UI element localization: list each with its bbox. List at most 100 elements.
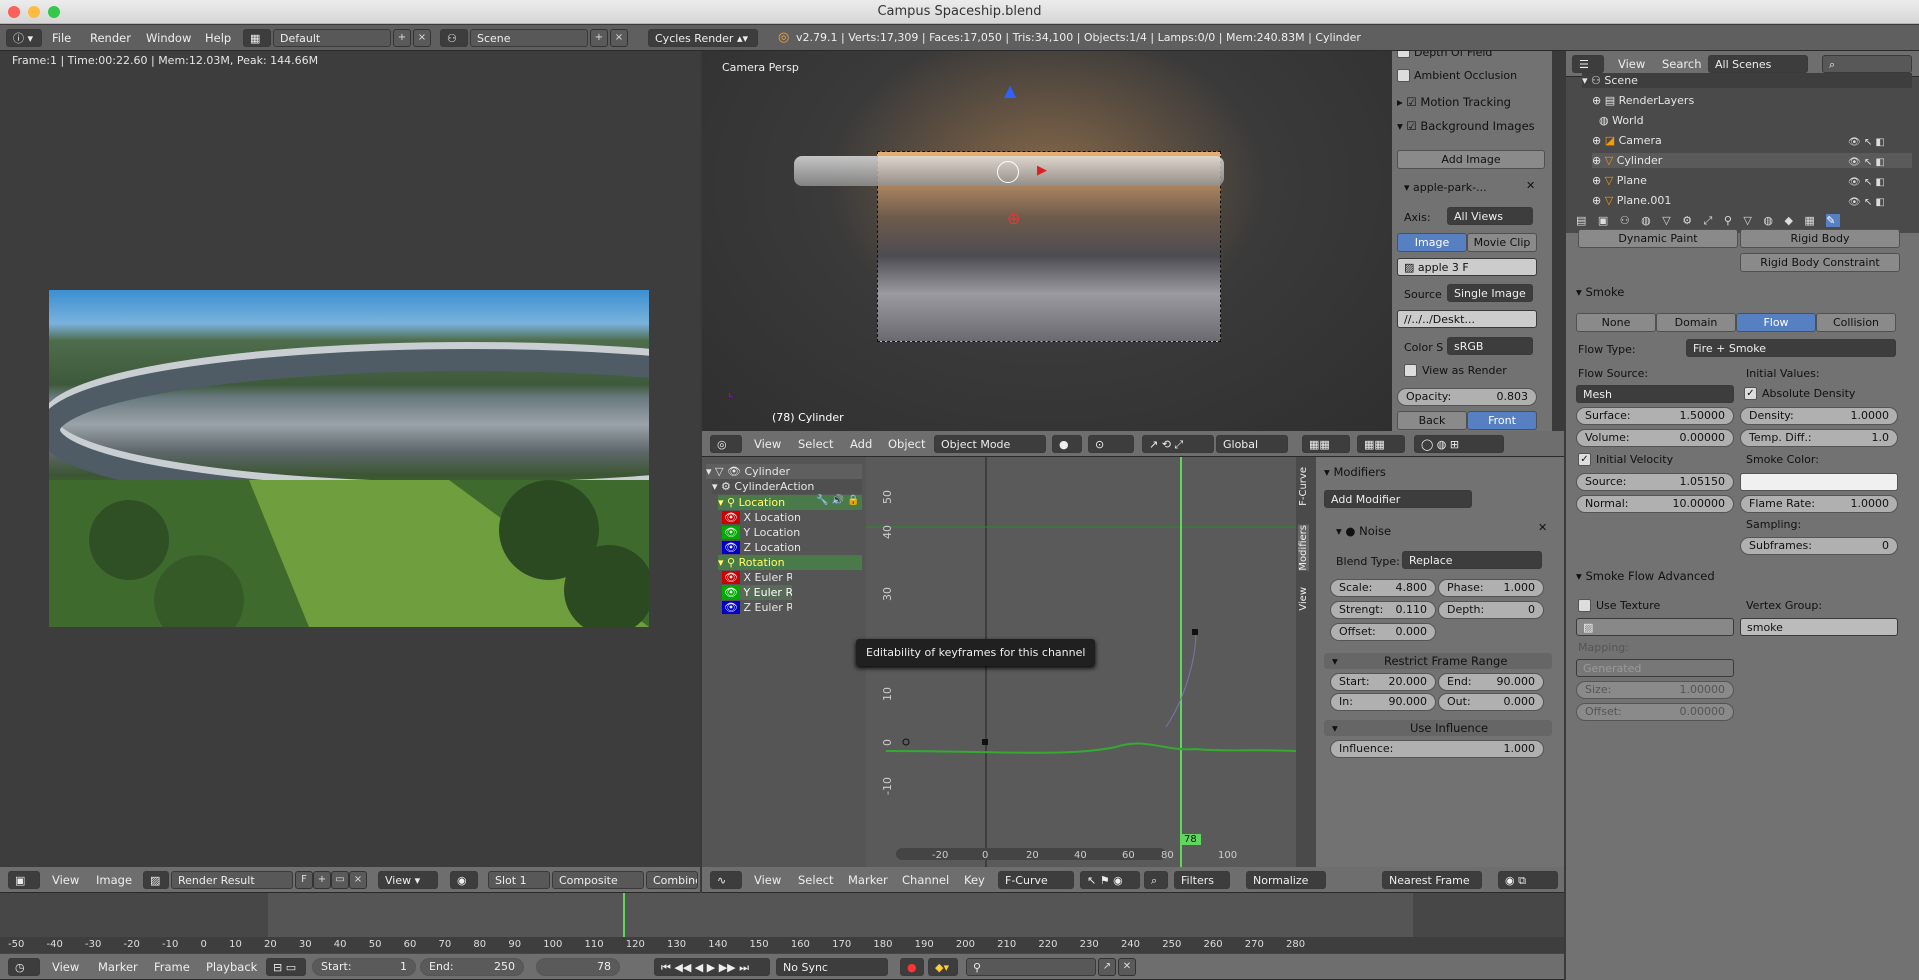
- add-modifier-select[interactable]: Add Modifier: [1324, 490, 1472, 508]
- manipulator-icon[interactable]: ↗ ⟲ ⤢: [1142, 435, 1214, 453]
- menu-marker[interactable]: Marker: [98, 954, 138, 980]
- record-icon[interactable]: ●: [900, 958, 924, 976]
- smoke-color-swatch[interactable]: [1740, 473, 1898, 491]
- menu-key[interactable]: Key: [964, 867, 985, 893]
- image-browse-icon[interactable]: ▨: [143, 871, 169, 889]
- flame-rate-field[interactable]: Flame Rate: 1.0000: [1740, 495, 1898, 513]
- source-select[interactable]: Single Image: [1447, 284, 1533, 302]
- layout-field[interactable]: Default: [273, 29, 391, 47]
- close-window-button[interactable]: [8, 6, 20, 18]
- current-frame-field[interactable]: 78: [536, 958, 620, 976]
- keying-remove-icon[interactable]: ✕: [1118, 958, 1136, 976]
- 3d-cursor-icon[interactable]: ⊕: [1007, 209, 1020, 228]
- playback-controls[interactable]: ⏮ ◀◀ ◀ ▶ ▶▶ ⏭: [654, 958, 770, 976]
- tab-image[interactable]: Image: [1397, 233, 1467, 252]
- open-image-icon[interactable]: ▭: [331, 871, 349, 889]
- strength-field[interactable]: Strengt: 0.110: [1330, 601, 1436, 619]
- tex-offset-field[interactable]: Offset: 0.00000: [1576, 703, 1734, 721]
- flow-type-select[interactable]: Fire + Smoke: [1686, 339, 1896, 357]
- temp-diff-field[interactable]: Temp. Diff.: 1.0: [1740, 429, 1898, 447]
- image-path-field[interactable]: //../../Deskt...: [1397, 310, 1537, 328]
- smoke-type-domain[interactable]: Domain: [1656, 313, 1736, 332]
- minimize-window-button[interactable]: [28, 6, 40, 18]
- influence-field[interactable]: Influence: 1.000: [1330, 740, 1544, 758]
- smoke-flow-advanced-header[interactable]: ▾ Smoke Flow Advanced: [1576, 569, 1715, 583]
- remove-layout-icon[interactable]: ×: [413, 29, 431, 47]
- dynamic-paint-button[interactable]: Dynamic Paint: [1578, 229, 1738, 248]
- render-engine-select[interactable]: Cycles Render ▴▾: [648, 29, 758, 47]
- sync-select[interactable]: No Sync: [776, 958, 888, 976]
- x-axis-arrow-icon[interactable]: ▶: [1037, 163, 1047, 178]
- orientation-select[interactable]: Global: [1216, 435, 1288, 453]
- menu-frame[interactable]: Frame: [154, 954, 190, 980]
- axis-select[interactable]: All Views: [1447, 207, 1533, 225]
- channel-cylinder[interactable]: ▾ ▽ 👁 Cylinder: [706, 464, 862, 479]
- menu-select[interactable]: Select: [798, 867, 833, 893]
- channel-z-rotation[interactable]: 👁 Z Euler Rotation: [722, 600, 792, 615]
- vertex-group-field[interactable]: smoke: [1740, 618, 1898, 636]
- keying-set-field[interactable]: ⚲: [966, 958, 1096, 976]
- subframes-field[interactable]: Subframes: 0: [1740, 537, 1898, 555]
- dof-checkbox[interactable]: [1397, 51, 1410, 58]
- start-field[interactable]: Start: 20.000: [1330, 673, 1436, 691]
- search-input[interactable]: ⌕: [1822, 55, 1912, 73]
- modifiers-title[interactable]: ▾ Modifiers: [1324, 465, 1386, 479]
- ao-checkbox[interactable]: [1397, 69, 1410, 82]
- remove-bg-image-icon[interactable]: ✕: [1526, 179, 1535, 192]
- tab-movie-clip[interactable]: Movie Clip: [1467, 233, 1537, 252]
- view-mode-select[interactable]: View ▾: [378, 871, 438, 889]
- background-images-row[interactable]: ▾ ☑ Background Images: [1397, 119, 1535, 133]
- add-scene-icon[interactable]: +: [590, 29, 608, 47]
- source-field[interactable]: Source: 1.05150: [1576, 473, 1734, 491]
- remove-modifier-icon[interactable]: ✕: [1538, 521, 1547, 534]
- opacity-field[interactable]: Opacity: 0.803: [1397, 388, 1537, 406]
- tab-view[interactable]: View: [1298, 587, 1309, 611]
- keying-icon[interactable]: ◆▾: [928, 958, 958, 976]
- out-field[interactable]: Out: 0.000: [1438, 693, 1544, 711]
- channel-lock-icons[interactable]: 🔧 🔊 🔒: [816, 495, 860, 506]
- front-button[interactable]: Front: [1467, 411, 1537, 430]
- slot-select[interactable]: Slot 1: [488, 871, 550, 889]
- size-field[interactable]: Size: 1.00000: [1576, 681, 1734, 699]
- flow-source-select[interactable]: Mesh: [1576, 385, 1734, 403]
- use-influence-header[interactable]: ▾ Use Influence: [1324, 720, 1552, 736]
- channel-y-location[interactable]: 👁 Y Location: [722, 525, 800, 540]
- color-space-select[interactable]: sRGB: [1447, 337, 1533, 355]
- menu-file[interactable]: File: [52, 25, 71, 51]
- menu-select[interactable]: Select: [798, 431, 833, 457]
- add-layout-icon[interactable]: +: [393, 29, 411, 47]
- fake-user-button[interactable]: F: [295, 871, 313, 889]
- tab-modifiers[interactable]: Modifiers: [1298, 525, 1309, 571]
- keying-add-icon[interactable]: ↗: [1098, 958, 1116, 976]
- add-image-button[interactable]: Add Image: [1397, 150, 1545, 169]
- channel-x-location[interactable]: 👁 X Location: [722, 510, 801, 525]
- current-frame-badge[interactable]: 78: [1180, 834, 1201, 845]
- snap-select[interactable]: Nearest Frame: [1382, 871, 1482, 889]
- end-frame-field[interactable]: End: 250: [420, 958, 524, 976]
- z-axis-arrow-icon[interactable]: ▲: [1004, 81, 1016, 100]
- menu-view[interactable]: View: [52, 867, 79, 893]
- filters-button[interactable]: Filters: [1174, 871, 1230, 889]
- preview-range-icon[interactable]: ⊟ ▭: [266, 958, 306, 976]
- menu-marker[interactable]: Marker: [848, 867, 888, 893]
- rigid-body-constraint-button[interactable]: Rigid Body Constraint: [1740, 253, 1900, 272]
- timeline-current-frame[interactable]: [623, 893, 625, 941]
- phase-field[interactable]: Phase: 1.000: [1438, 579, 1544, 597]
- graph-area[interactable]: 50 40 30 20 10 0 -10 -20 0 20 40 60 80 1…: [856, 457, 1296, 867]
- layers-grid-icon[interactable]: ▦▦: [1302, 435, 1350, 453]
- bg-image-datablock[interactable]: ▨ apple 3 F: [1397, 258, 1537, 276]
- outliner-world[interactable]: ◍ World: [1592, 113, 1644, 128]
- channel-x-rotation[interactable]: 👁 X Euler Rotation: [722, 570, 792, 585]
- render-tools-icon[interactable]: ◯ ◍ ⊞: [1414, 435, 1504, 453]
- menu-add[interactable]: Add: [850, 431, 872, 457]
- rigid-body-button[interactable]: Rigid Body: [1740, 229, 1900, 248]
- zoom-window-button[interactable]: [48, 6, 60, 18]
- timeline-area[interactable]: -50 -40 -30 -20 -10 0 10 20 30 40 50 60 …: [0, 893, 1564, 955]
- offset-field[interactable]: Offset: 0.000: [1330, 623, 1436, 641]
- channel-action[interactable]: ▾ ⚙ CylinderAction: [712, 479, 862, 494]
- use-texture-checkbox[interactable]: [1578, 599, 1591, 612]
- menu-channel[interactable]: Channel: [902, 867, 949, 893]
- initial-velocity-checkbox[interactable]: ✓: [1578, 453, 1591, 466]
- channel-y-rotation[interactable]: 👁 Y Euler Rotation: [722, 585, 792, 600]
- remove-scene-icon[interactable]: ×: [610, 29, 628, 47]
